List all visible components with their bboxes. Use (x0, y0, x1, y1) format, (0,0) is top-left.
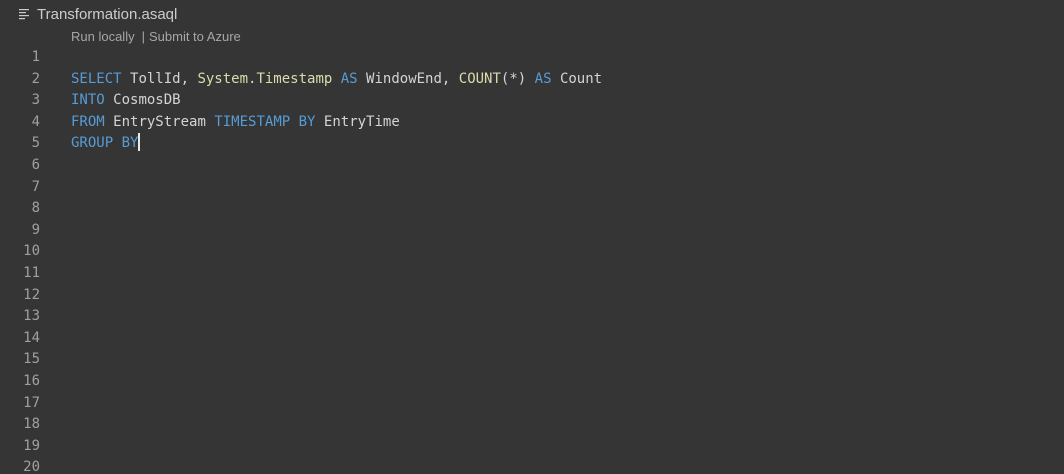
line-number: 16 (23, 372, 40, 389)
line-number: 19 (23, 437, 40, 454)
code-line[interactable] (71, 47, 1064, 69)
code-line[interactable]: SELECT TollId, System.Timestamp AS Windo… (71, 69, 1064, 91)
line-number: 3 (31, 92, 40, 109)
code-token: CosmosDB (113, 92, 181, 109)
line-number-gutter: 1 2 3 4 5 6 7 8 9 10 11 12 13 14 15 16 17 18 19 20 (0, 47, 44, 474)
text-cursor (138, 133, 140, 152)
code-token: GROUP BY (71, 135, 139, 152)
run-locally-link[interactable]: Run locally (71, 29, 135, 44)
line-number: 17 (23, 394, 40, 411)
line-number: 4 (31, 113, 40, 130)
line-number: 6 (31, 156, 40, 173)
code-token: EntryTime (323, 113, 400, 130)
code-token: AS (340, 70, 358, 87)
code-token: Count (559, 70, 603, 87)
line-number: 8 (31, 200, 40, 217)
line-number: 2 (31, 70, 40, 87)
code-token: , (441, 70, 459, 87)
code-line[interactable] (71, 457, 1064, 474)
code-line[interactable] (71, 241, 1064, 263)
code-editor[interactable]: SELECT TollId, System.Timestamp AS Windo… (71, 47, 1064, 474)
code-token: FROM (71, 113, 105, 130)
code-line[interactable] (71, 263, 1064, 285)
code-token: System.Timestamp (197, 70, 333, 87)
breadcrumb[interactable]: Transformation.asaql (19, 3, 177, 25)
line-number: 11 (23, 264, 40, 281)
code-token: (*) (500, 70, 527, 87)
code-line[interactable] (71, 414, 1064, 436)
code-line[interactable]: INTO CosmosDB (71, 90, 1064, 112)
code-token: TIMESTAMP BY (214, 113, 316, 130)
line-number: 18 (23, 416, 40, 433)
code-line[interactable] (71, 198, 1064, 220)
code-line[interactable] (71, 393, 1064, 415)
code-line[interactable] (71, 285, 1064, 307)
code-token: , (180, 70, 198, 87)
code-token: AS (534, 70, 552, 87)
code-line[interactable] (71, 349, 1064, 371)
code-line[interactable] (71, 306, 1064, 328)
file-name[interactable]: Transformation.asaql (37, 6, 177, 23)
line-number: 14 (23, 329, 40, 346)
code-line[interactable]: GROUP BY (71, 133, 1064, 155)
line-number: 9 (31, 221, 40, 238)
code-line[interactable] (71, 155, 1064, 177)
lines-icon (19, 9, 29, 20)
code-token: COUNT (458, 70, 501, 87)
line-number: 13 (23, 308, 40, 325)
codelens-separator: | (141, 29, 145, 44)
line-number: 10 (23, 243, 40, 260)
line-number: 15 (23, 351, 40, 368)
code-token: EntryStream (113, 113, 206, 130)
line-number: 7 (31, 178, 40, 195)
code-line[interactable]: FROM EntryStream TIMESTAMP BY EntryTime (71, 112, 1064, 134)
code-line[interactable] (71, 328, 1064, 350)
codelens-bar: Run locally | Submit to Azure (71, 29, 241, 44)
code-line[interactable] (71, 177, 1064, 199)
line-number: 20 (23, 459, 40, 474)
code-token: SELECT (71, 70, 122, 87)
line-number: 5 (31, 135, 40, 152)
code-token: WindowEnd (366, 70, 442, 87)
code-line[interactable] (71, 436, 1064, 458)
submit-to-azure-link[interactable]: Submit to Azure (149, 29, 241, 44)
code-token: TollId (130, 70, 181, 87)
code-token: INTO (71, 92, 105, 109)
line-number: 12 (23, 286, 40, 303)
line-number: 1 (31, 49, 40, 65)
code-line[interactable] (71, 371, 1064, 393)
code-line[interactable] (71, 220, 1064, 242)
